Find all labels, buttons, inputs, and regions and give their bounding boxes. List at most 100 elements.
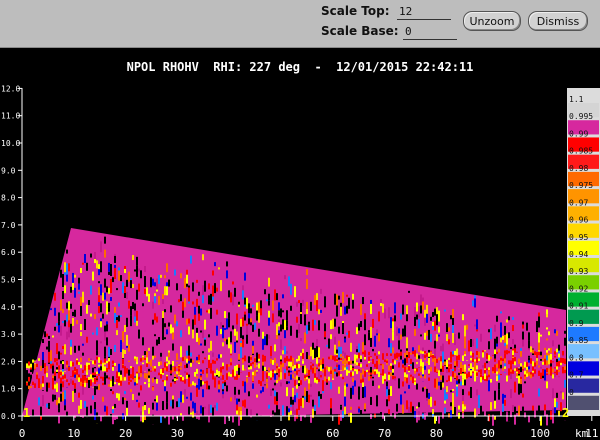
radar-gate — [446, 332, 448, 335]
radar-gate — [196, 410, 198, 419]
radar-gate — [450, 328, 452, 334]
radar-gate — [226, 261, 228, 267]
radar-gate — [524, 379, 526, 382]
radar-gate — [64, 305, 66, 308]
radar-gate — [162, 361, 164, 367]
radar-gate — [452, 324, 454, 333]
radar-gate — [36, 366, 38, 372]
radar-gate — [470, 386, 472, 398]
radar-gate — [302, 369, 304, 373]
radar-gate — [186, 396, 188, 399]
radar-gate — [362, 351, 364, 355]
radar-gate — [292, 378, 294, 385]
radar-gate — [232, 379, 234, 382]
radar-gate — [120, 370, 122, 376]
radar-gate — [92, 399, 94, 411]
radar-gate — [56, 358, 58, 362]
unzoom-button[interactable]: Unzoom — [463, 11, 521, 31]
radar-gate — [204, 365, 206, 372]
radar-gate — [450, 390, 452, 393]
radar-gate — [258, 363, 260, 369]
radar-gate — [212, 332, 214, 339]
radar-gate — [554, 351, 556, 355]
radar-gate — [234, 341, 236, 353]
radar-gate — [502, 358, 504, 362]
radar-gate — [330, 286, 332, 294]
radar-gate — [360, 315, 362, 322]
radar-gate — [420, 377, 422, 383]
radar-gate — [300, 338, 302, 342]
radar-gate — [222, 362, 224, 367]
radar-gate — [126, 317, 128, 327]
radar-gate — [208, 400, 210, 405]
radar-gate — [324, 323, 326, 332]
radar-gate — [144, 405, 146, 411]
radar-gate — [326, 352, 328, 359]
radar-gate — [134, 356, 136, 359]
radar-gate — [158, 274, 160, 284]
radar-gate — [44, 367, 46, 373]
scale-top-input[interactable]: 12 — [397, 4, 451, 20]
radar-gate — [46, 403, 48, 408]
radar-gate — [258, 312, 260, 323]
radar-gate — [494, 324, 496, 332]
radar-gate — [420, 334, 422, 337]
radar-gate — [44, 390, 46, 396]
radar-gate — [330, 279, 332, 287]
radar-gate — [510, 389, 512, 399]
radar-gate — [158, 372, 160, 376]
radar-gate — [32, 381, 34, 386]
radar-gate — [88, 364, 90, 370]
radar-gate — [292, 289, 294, 295]
radar-gate — [118, 302, 120, 307]
dismiss-button[interactable]: Dismiss — [528, 11, 588, 31]
radar-gate — [210, 395, 212, 405]
radar-gate — [434, 366, 436, 373]
radar-gate — [244, 355, 246, 362]
radar-gate — [124, 366, 126, 370]
radar-gate — [406, 400, 408, 410]
radar-gate — [414, 390, 416, 394]
radar-gate — [490, 356, 492, 360]
radar-gate — [228, 312, 230, 319]
radar-gate — [498, 399, 500, 409]
radar-gate — [58, 325, 60, 333]
radar-gate — [292, 370, 294, 375]
radar-gate — [210, 357, 212, 361]
radar-gate — [426, 356, 428, 362]
radar-gate — [62, 274, 64, 279]
radar-gate — [546, 381, 548, 389]
radar-gate — [78, 386, 80, 393]
radar-gate — [56, 398, 58, 401]
radar-gate — [160, 286, 162, 294]
radar-gate — [506, 319, 508, 323]
scale-base-input[interactable]: 0 — [403, 24, 457, 40]
radar-gate — [28, 361, 30, 366]
x-tick-label: 60 — [326, 427, 339, 440]
radar-gate — [196, 287, 198, 299]
radar-gate — [298, 355, 300, 361]
radar-gate — [260, 393, 262, 398]
radar-gate — [440, 317, 442, 327]
radar-gate — [52, 394, 54, 402]
radar-gate — [550, 324, 552, 328]
radar-gate — [146, 373, 148, 380]
radar-gate — [224, 362, 226, 366]
radar-gate — [118, 362, 120, 373]
radar-gate — [102, 342, 104, 348]
radar-gate — [100, 379, 102, 384]
radar-gate — [404, 376, 406, 382]
radar-gate — [540, 360, 542, 367]
radar-gate — [482, 352, 484, 358]
radar-gate — [402, 339, 404, 345]
radar-gate — [326, 401, 328, 410]
radar-gate — [378, 333, 380, 342]
radar-gate — [368, 396, 370, 406]
radar-gate — [488, 329, 490, 333]
radar-gate — [510, 365, 512, 370]
radar-gate — [132, 284, 134, 289]
radar-gate — [256, 394, 258, 398]
radar-gate — [456, 369, 458, 374]
y-tick-label: 3.0 — [1, 330, 16, 339]
radar-gate — [480, 341, 482, 351]
